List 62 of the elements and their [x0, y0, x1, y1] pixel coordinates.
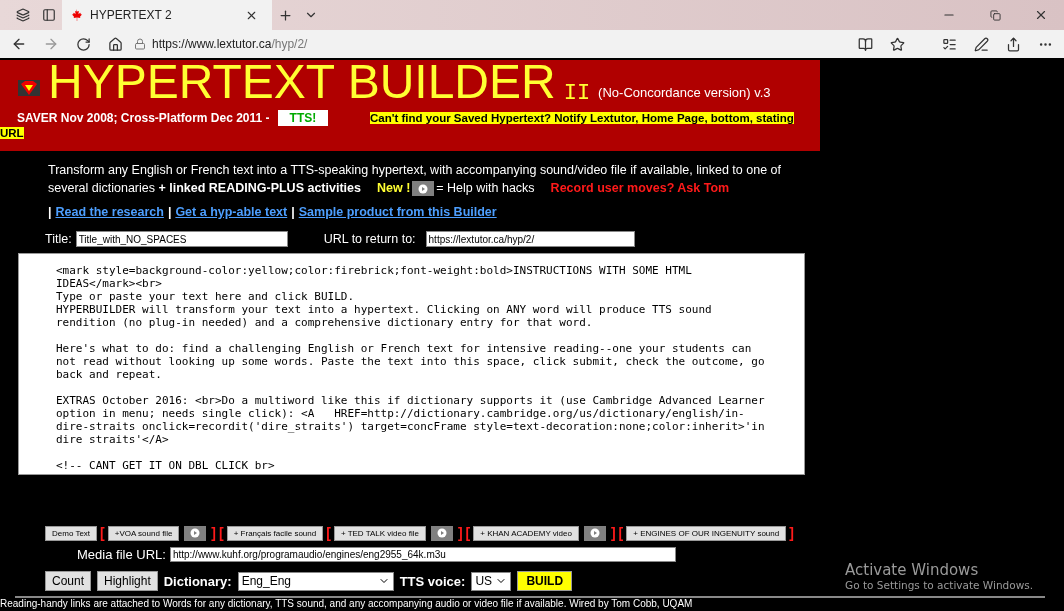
notice-text: Can't find your Saved Hypertext? Notify Lextutor, Home Page, bottom, stating [370, 112, 794, 124]
subtitle: (No-Concordance version) v.3 [598, 85, 771, 102]
separator: | [167, 205, 172, 219]
play-icon [190, 528, 201, 538]
record-text: Record user moves? Ask Tom [550, 181, 730, 195]
media-button[interactable]: + ENGINES OF OUR INGENUITY sound [626, 525, 787, 541]
bracket: [ [326, 525, 331, 541]
play-icon [418, 183, 429, 194]
intro-text: Transform any English or French text into a TTS-speaking hypertext, with accompanying sound/video file if available, linked to one of [48, 162, 782, 179]
play-button[interactable] [184, 525, 207, 541]
bracket: ] [610, 525, 616, 541]
title-label: Title: [45, 232, 72, 246]
separator: | [48, 205, 52, 219]
tts-badge: TTS! [277, 110, 329, 126]
media-button[interactable]: + TED TALK video file [333, 525, 426, 541]
bracket: ] [789, 525, 794, 541]
build-button[interactable]: BUILD [517, 571, 573, 591]
watermark-title: Activate Windows [845, 561, 980, 579]
maple-leaf-icon [70, 9, 82, 21]
bracket: ] [457, 525, 463, 541]
count-button[interactable]: Count [45, 571, 92, 591]
media-url-field[interactable]: http://www.kuhf.org/programaudio/engines/eng2955_64k.m3u [169, 547, 676, 562]
intro-text: several dictionaries + linked READING-PLUS activities [48, 181, 361, 195]
new-label: New ! [376, 181, 411, 195]
shield-logo-icon [18, 80, 40, 96]
media-button[interactable]: + Français facile sound [226, 525, 324, 541]
link[interactable]: Read the research [55, 205, 164, 219]
media-button[interactable]: + KHAN ACADEMY video [473, 525, 579, 541]
help-text: = Help with hacks [436, 181, 535, 195]
highlight-button[interactable]: Highlight [97, 571, 158, 591]
play-button[interactable] [430, 525, 453, 541]
bracket: [ [219, 525, 224, 541]
notice-text: URL [0, 127, 24, 139]
play-icon [589, 528, 600, 538]
title-field[interactable]: Title_with_NO_SPACES [75, 231, 288, 247]
play-button[interactable] [412, 181, 435, 197]
play-button[interactable] [583, 525, 606, 541]
bracket: [ [465, 525, 471, 541]
footer-text: Reading-handy links are attached to Words for any dictionary, TTS sound, and any accompanying audio or video file if available. Wired by Tom Cobb, UQAM [0, 598, 694, 609]
tts-voice-label: TTS voice: [399, 573, 466, 589]
watermark-subtitle: Go to Settings to activate Windows. [845, 579, 1035, 591]
voice-select[interactable]: US [471, 571, 512, 591]
saver-text: SAVER Nov 2008; Cross-Platform Dec 2011 - [17, 111, 270, 125]
bracket: [ [618, 525, 624, 541]
separator: | [291, 205, 295, 219]
link[interactable]: Sample product from this Builder [298, 205, 497, 219]
text-area[interactable]: <mark style=background-color:yellow;color:firebrick;font-weight:bold>INSTRUCTIONS WITH SOME HTML IDEAS</mark><br> Type or paste your text here and click BUILD. HYPERBUILDER will transform your text into a hypertext. Clicking on ANY word will produce TTS sound rendition (no plug-in needed) and a comprehensive dictionary entry for that word. Here's what to do: find a challenging English or French text for intensive reading--one your students can not read without looking up some words. Paste the text into this space, click submit, check the outcome, go back and repeat. EXTRAS October 2016: <br>Do a multiword like this if dictionary supports it (use Cambridge Advanced Learner option in menu; needs single click): <A HREF=http://dictionary.cambridge.org/us/dictionary/english/in-dire-straits onclick=recordit('dire_straits') target=concFrame style=text-decoration:none;color:inherit>'in dire straits'</A> <!-- CANT GET IT ON DBL CLICK br> [18, 253, 805, 475]
browser-tab[interactable]: HYPERTEXT 2 [62, 0, 272, 30]
play-icon [436, 528, 447, 538]
url-field[interactable]: https://lextutor.ca/hyp/2/ [425, 231, 635, 247]
url-label: URL to return to: [323, 232, 416, 246]
bracket: [ [100, 525, 105, 541]
dictionary-select[interactable]: Eng_Eng [237, 571, 394, 591]
page-title: HYPERTEXT BUILDER [48, 58, 556, 106]
media-button[interactable]: Demo Text [45, 525, 98, 541]
version-mark: II [563, 81, 591, 106]
link[interactable]: Get a hyp-able text [175, 205, 288, 219]
media-button[interactable]: +VOA sound file [107, 525, 180, 541]
media-url-label: Media file URL: [77, 547, 166, 562]
dictionary-label: Dictionary: [163, 573, 232, 589]
bracket: ] [211, 525, 217, 541]
lock-icon [134, 38, 146, 50]
